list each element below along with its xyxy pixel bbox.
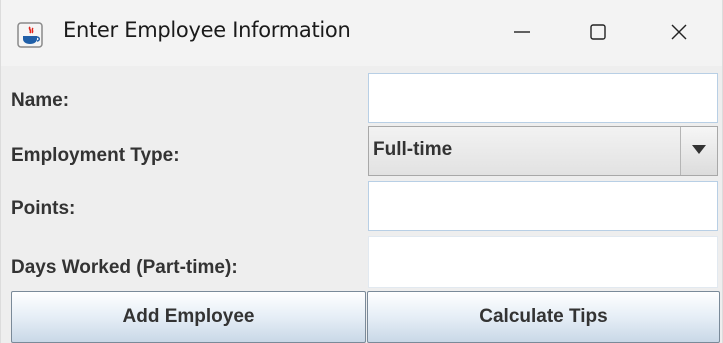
employment-type-select[interactable]: Full-time xyxy=(368,126,718,176)
window-title: Enter Employee Information xyxy=(63,18,351,42)
points-label: Points: xyxy=(11,198,76,219)
days-worked-input[interactable] xyxy=(368,236,718,288)
days-worked-label: Days Worked (Part-time): xyxy=(11,257,238,278)
dropdown-arrow-button[interactable] xyxy=(680,127,717,175)
minimize-icon xyxy=(512,22,532,47)
title-bar[interactable]: Enter Employee Information xyxy=(1,0,722,66)
minimize-button[interactable] xyxy=(497,14,547,54)
employee-info-window: Enter Employee Information Name: Employm… xyxy=(0,0,723,343)
name-input[interactable] xyxy=(368,73,718,123)
java-app-icon xyxy=(17,22,43,48)
name-label: Name: xyxy=(11,90,70,111)
maximize-icon xyxy=(588,22,608,47)
close-button[interactable] xyxy=(654,14,704,54)
employment-type-label: Employment Type: xyxy=(11,145,180,166)
calculate-tips-button[interactable]: Calculate Tips xyxy=(367,291,720,343)
points-input[interactable] xyxy=(368,181,718,231)
close-icon xyxy=(669,22,689,47)
employment-type-selected: Full-time xyxy=(373,139,453,160)
add-employee-button[interactable]: Add Employee xyxy=(11,291,366,343)
maximize-button[interactable] xyxy=(573,14,623,54)
triangle-down-icon xyxy=(692,142,706,160)
